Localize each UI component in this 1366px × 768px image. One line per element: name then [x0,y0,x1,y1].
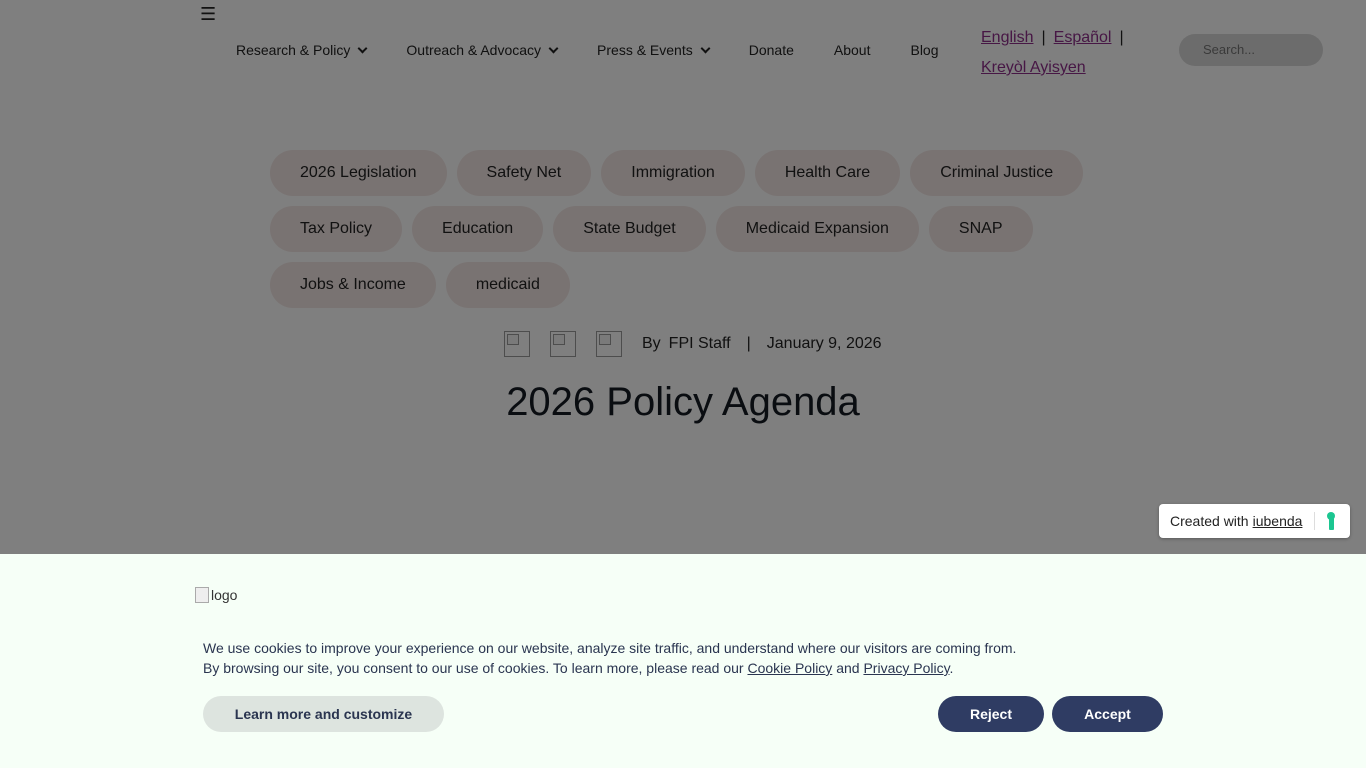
privacy-policy-link[interactable]: Privacy Policy [863,660,949,676]
and-text: and [836,660,860,676]
learn-more-button[interactable]: Learn more and customize [203,696,444,732]
cookie-message-line2: By browsing our site, you consent to our… [203,660,744,676]
reject-button[interactable]: Reject [938,696,1044,732]
cookie-message-line1: We use cookies to improve your experienc… [203,640,1017,656]
logo-broken-image: logo [195,587,237,603]
iubenda-logo-icon [1327,512,1335,530]
accept-button[interactable]: Accept [1052,696,1163,732]
period-text: . [949,660,954,676]
broken-image-icon [195,587,209,603]
cookie-policy-link[interactable]: Cookie Policy [747,660,832,676]
cookie-message: We use cookies to improve your experienc… [203,638,1103,678]
logo-alt-text: logo [211,587,238,603]
iubenda-badge[interactable]: Created with iubenda [1159,504,1350,538]
iubenda-link[interactable]: iubenda [1253,513,1303,529]
cookie-banner: logo We use cookies to improve your expe… [0,554,1366,768]
iubenda-prefix: Created with [1170,513,1249,529]
badge-divider [1314,512,1315,530]
